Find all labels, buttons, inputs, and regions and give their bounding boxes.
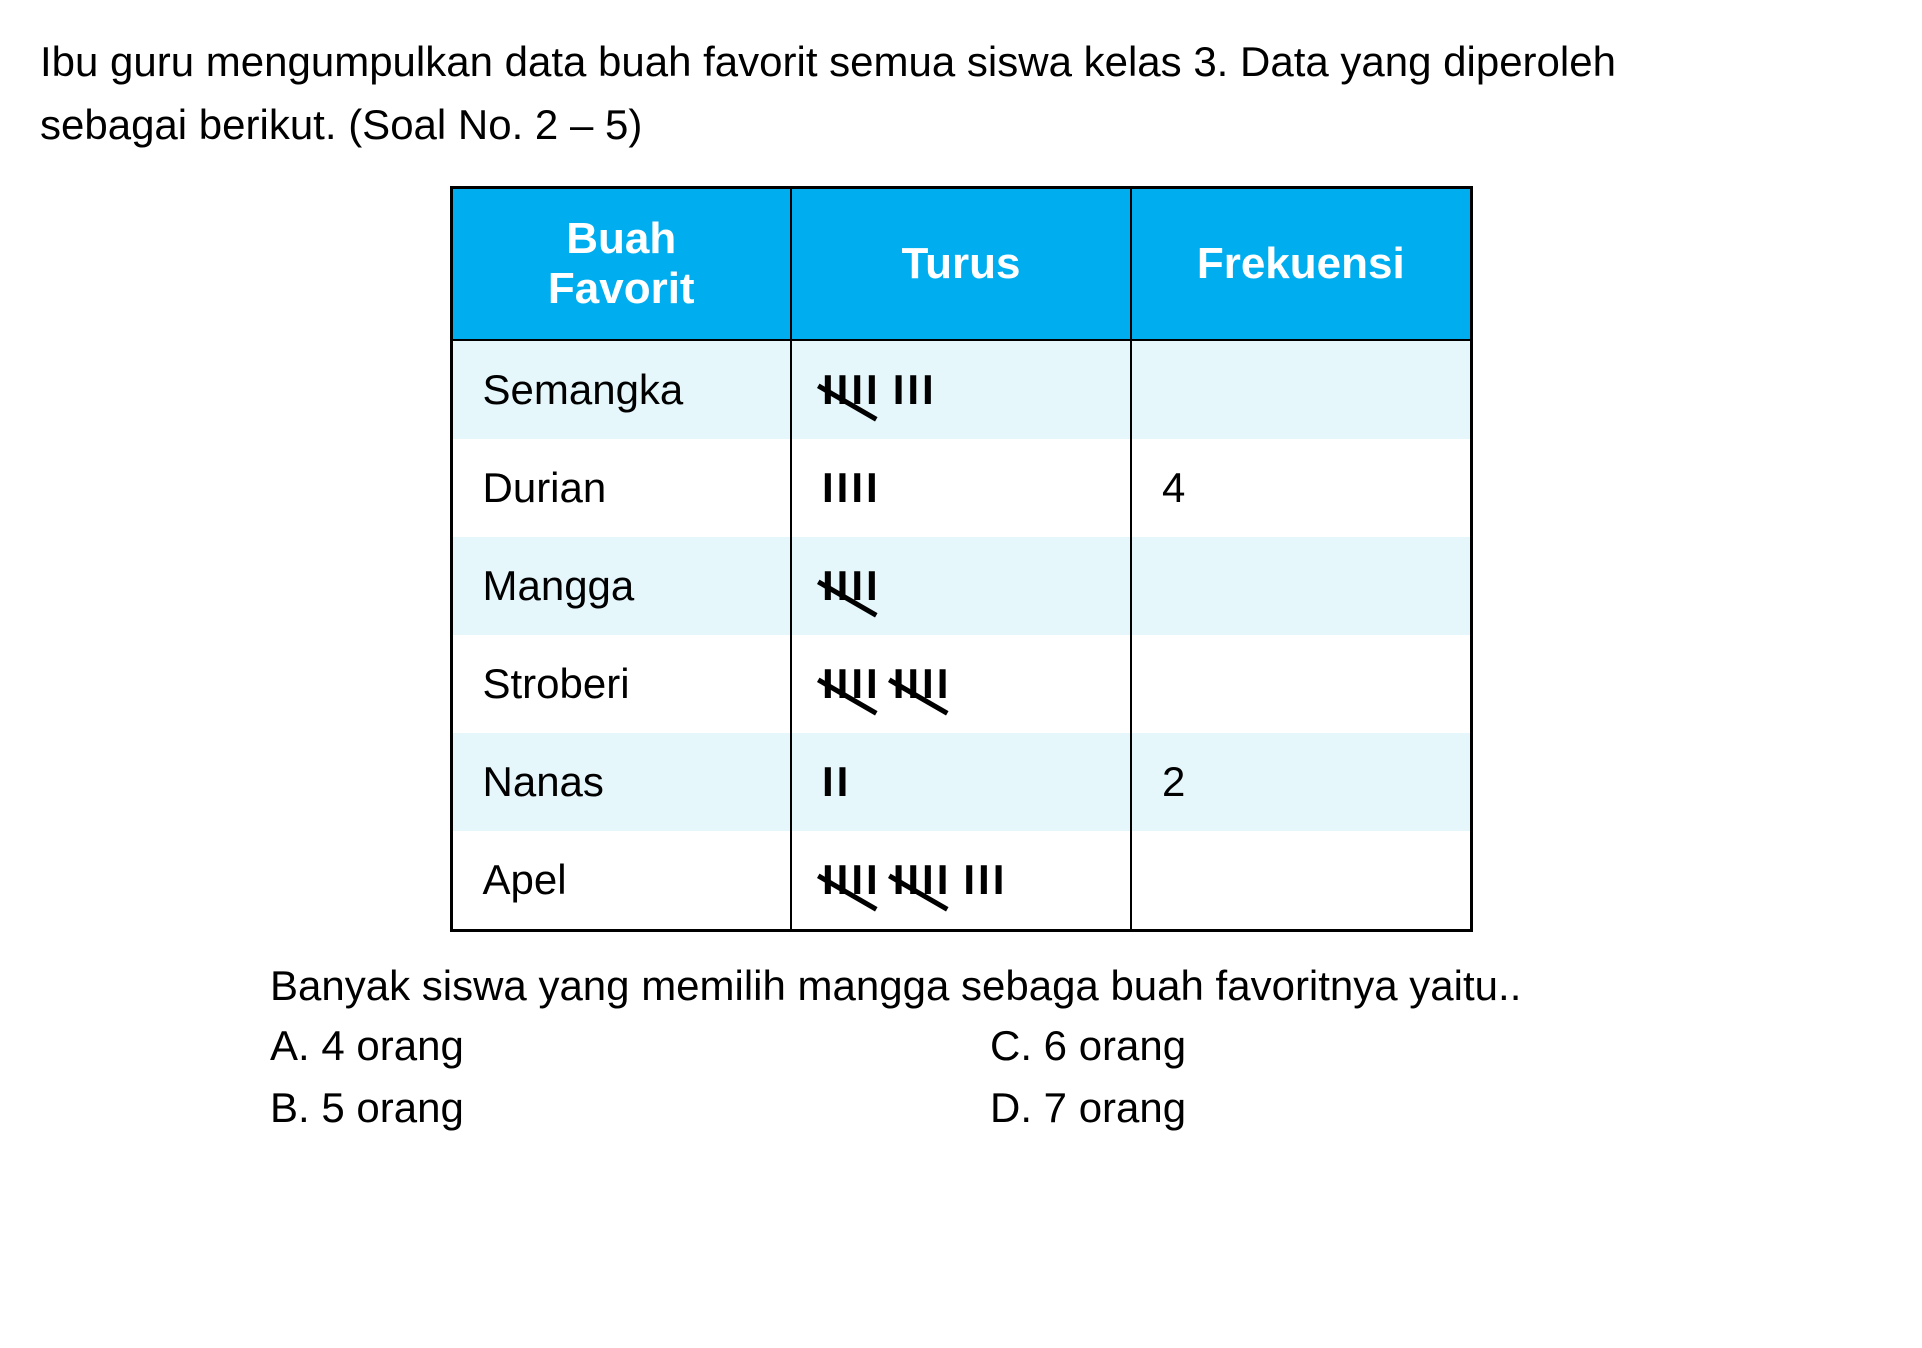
header-fruit-line2: Favorit [483, 264, 761, 314]
frequency-cell: 2 [1131, 733, 1471, 831]
table-row: Nanas II 2 [451, 733, 1471, 831]
tally-cell: IIII [791, 439, 1131, 537]
intro-text: Ibu guru mengumpulkan data buah favorit … [40, 30, 1882, 156]
question-text: Banyak siswa yang memilih mangga sebaga … [270, 962, 1882, 1010]
options-grid: A. 4 orang C. 6 orang B. 5 orang D. 7 or… [270, 1020, 1670, 1134]
frequency-cell [1131, 340, 1471, 439]
option-b: B. 5 orang [270, 1082, 950, 1134]
table-body: Semangka III Durian IIII 4 ManggaStroberiNana… [451, 340, 1471, 931]
tally-ones-icon: III [963, 856, 1007, 903]
table-row: Stroberi [451, 635, 1471, 733]
intro-line2: sebagai berikut. (Soal No. 2 – 5) [40, 101, 642, 148]
table-container: Buah Favorit Turus Frekuensi SemangkaIII… [40, 186, 1882, 932]
frequency-cell [1131, 537, 1471, 635]
option-c: C. 6 orang [990, 1020, 1670, 1072]
fruit-cell: Semangka [451, 340, 791, 439]
tally-five-icon [893, 660, 952, 708]
tally-ones-icon: III [893, 366, 937, 413]
tally-cell [791, 537, 1131, 635]
table-row: Semangka III [451, 340, 1471, 439]
tally-ones-icon: II [822, 758, 851, 805]
tally-cell: II [791, 733, 1131, 831]
table-header-row: Buah Favorit Turus Frekuensi [451, 188, 1471, 341]
fruit-cell: Stroberi [451, 635, 791, 733]
tally-five-icon [822, 562, 881, 610]
tally-five-icon [893, 856, 952, 904]
table-row: Durian IIII 4 [451, 439, 1471, 537]
option-a: A. 4 orang [270, 1020, 950, 1072]
header-fruit-line1: Buah [483, 214, 761, 264]
tally-five-icon [822, 856, 881, 904]
tally-five-icon [822, 660, 881, 708]
frequency-cell [1131, 635, 1471, 733]
question-section: Banyak siswa yang memilih mangga sebaga … [40, 962, 1882, 1134]
intro-line1: Ibu guru mengumpulkan data buah favorit … [40, 38, 1616, 85]
tally-cell: III [791, 831, 1131, 931]
tally-five-icon [822, 366, 881, 414]
tally-cell: III [791, 340, 1131, 439]
table-row: Apel III [451, 831, 1471, 931]
header-fruit: Buah Favorit [451, 188, 791, 341]
tally-cell [791, 635, 1131, 733]
fruit-cell: Apel [451, 831, 791, 931]
fruit-cell: Nanas [451, 733, 791, 831]
table-row: Mangga [451, 537, 1471, 635]
option-d: D. 7 orang [990, 1082, 1670, 1134]
frequency-cell [1131, 831, 1471, 931]
fruit-data-table: Buah Favorit Turus Frekuensi SemangkaIII… [450, 186, 1473, 932]
header-frequency: Frekuensi [1131, 188, 1471, 341]
frequency-cell: 4 [1131, 439, 1471, 537]
header-tally: Turus [791, 188, 1131, 341]
fruit-cell: Mangga [451, 537, 791, 635]
tally-ones-icon: IIII [822, 464, 881, 511]
fruit-cell: Durian [451, 439, 791, 537]
